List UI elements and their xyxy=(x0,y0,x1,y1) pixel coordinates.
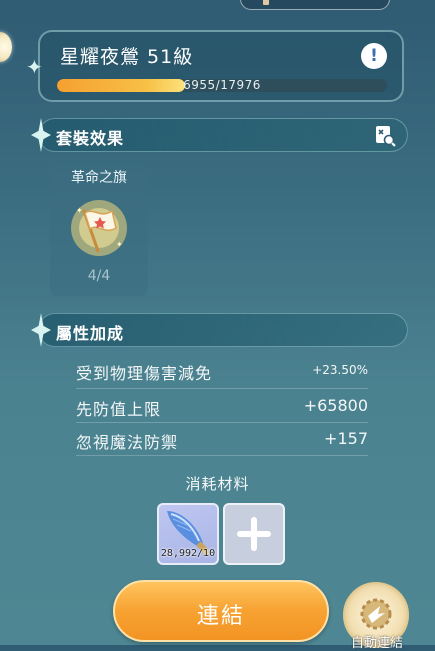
sparkle-icon: ✦ xyxy=(26,55,43,79)
auto-link-label: 自動連結 xyxy=(350,636,403,651)
attribute-row: 受到物理傷害減免 +23.50% xyxy=(76,360,368,383)
gear-bird-icon xyxy=(360,598,392,630)
pet-level-title: 星耀夜鶯 51級 xyxy=(60,46,194,68)
material-count: 28,992/10 xyxy=(160,548,216,559)
set-effect-title: 套裝效果 xyxy=(56,129,125,148)
pet-orb-icon[interactable] xyxy=(0,32,12,62)
attribute-value: +65800 xyxy=(303,396,368,415)
info-button[interactable]: ! xyxy=(361,43,387,69)
set-item-count: 4/4 xyxy=(87,268,111,284)
top-button-partial[interactable] xyxy=(240,0,390,10)
search-document-icon[interactable] xyxy=(374,125,396,147)
xp-text: 6955/17976 xyxy=(183,78,261,92)
attribute-row: 忽視魔法防禦 +157 xyxy=(76,429,368,452)
attribute-value: +157 xyxy=(324,429,368,448)
divider xyxy=(76,422,368,423)
attribute-label: 先防值上限 xyxy=(76,400,162,419)
svg-text:✦: ✦ xyxy=(76,206,83,215)
attribute-label: 受到物理傷害減免 xyxy=(76,364,213,383)
divider xyxy=(76,388,368,389)
revolution-flag-icon: ✦ ✦ xyxy=(71,200,127,256)
materials-title: 消耗材料 xyxy=(185,475,250,493)
attribute-value: +23.50% xyxy=(312,363,368,377)
svg-text:✦: ✦ xyxy=(116,240,123,249)
divider xyxy=(76,455,368,456)
attributes-title: 屬性加成 xyxy=(56,324,125,343)
attribute-label: 忽視魔法防禦 xyxy=(76,433,179,452)
cursor-icon xyxy=(263,0,269,5)
plus-icon xyxy=(251,517,257,551)
attribute-row: 先防值上限 +65800 xyxy=(76,396,368,419)
set-item-name: 革命之旗 xyxy=(71,170,127,186)
link-button-label: 連結 xyxy=(196,604,245,629)
